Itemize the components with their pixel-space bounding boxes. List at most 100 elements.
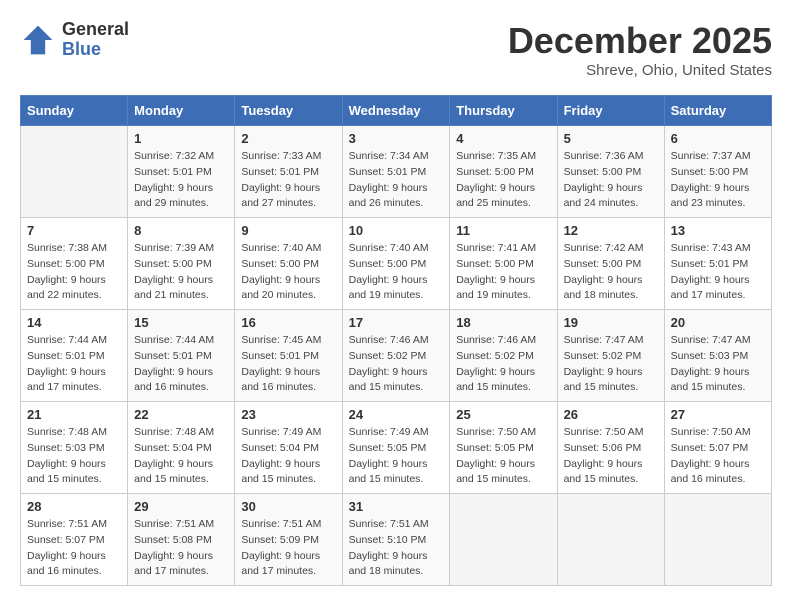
calendar-cell: 2 Sunrise: 7:33 AMSunset: 5:01 PMDaylight… — [235, 126, 342, 218]
day-number: 20 — [671, 315, 765, 330]
logo-text: General Blue — [62, 20, 129, 60]
day-number: 1 — [134, 131, 228, 146]
calendar-cell: 4 Sunrise: 7:35 AMSunset: 5:00 PMDaylight… — [450, 126, 557, 218]
calendar-cell: 30 Sunrise: 7:51 AMSunset: 5:09 PMDayligh… — [235, 494, 342, 586]
day-number: 17 — [349, 315, 444, 330]
calendar-week-row: 21Sunrise: 7:48 AMSunset: 5:03 PMDayligh… — [21, 402, 772, 494]
day-number: 28 — [27, 499, 121, 514]
day-info: Sunrise: 7:44 AMSunset: 5:01 PMDaylight:… — [134, 333, 228, 396]
day-number: 25 — [456, 407, 550, 422]
calendar-cell: 5 Sunrise: 7:36 AMSunset: 5:00 PMDaylight… — [557, 126, 664, 218]
day-number: 31 — [349, 499, 444, 514]
day-number: 12 — [564, 223, 658, 238]
day-info: Sunrise: 7:48 AMSunset: 5:03 PMDaylight:… — [27, 425, 121, 488]
calendar-cell: 8 Sunrise: 7:39 AMSunset: 5:00 PMDaylight… — [128, 218, 235, 310]
weekday-header-wednesday: Wednesday — [342, 96, 450, 126]
day-number: 13 — [671, 223, 765, 238]
day-info: Sunrise: 7:44 AMSunset: 5:01 PMDaylight:… — [27, 333, 121, 396]
day-info: Sunrise: 7:48 AMSunset: 5:04 PMDaylight:… — [134, 425, 228, 488]
location: Shreve, Ohio, United States — [508, 62, 772, 79]
calendar-cell: 13 Sunrise: 7:43 AMSunset: 5:01 PMDayligh… — [664, 218, 771, 310]
day-info: Sunrise: 7:32 AMSunset: 5:01 PMDaylight:… — [134, 149, 228, 212]
day-number: 27 — [671, 407, 765, 422]
calendar-cell — [664, 494, 771, 586]
day-info: Sunrise: 7:39 AMSunset: 5:00 PMDaylight:… — [134, 241, 228, 304]
day-number: 4 — [456, 131, 550, 146]
day-info: Sunrise: 7:40 AMSunset: 5:00 PMDaylight:… — [241, 241, 335, 304]
weekday-header-row: SundayMondayTuesdayWednesdayThursdayFrid… — [21, 96, 772, 126]
calendar-cell: 15 Sunrise: 7:44 AMSunset: 5:01 PMDayligh… — [128, 310, 235, 402]
calendar-cell: 6Sunrise: 7:37 AMSunset: 5:00 PMDaylight… — [664, 126, 771, 218]
day-number: 14 — [27, 315, 121, 330]
day-number: 8 — [134, 223, 228, 238]
day-info: Sunrise: 7:46 AMSunset: 5:02 PMDaylight:… — [349, 333, 444, 396]
day-info: Sunrise: 7:42 AMSunset: 5:00 PMDaylight:… — [564, 241, 658, 304]
calendar-cell: 22 Sunrise: 7:48 AMSunset: 5:04 PMDayligh… — [128, 402, 235, 494]
calendar-cell: 26 Sunrise: 7:50 AMSunset: 5:06 PMDayligh… — [557, 402, 664, 494]
month-title: December 2025 — [508, 20, 772, 62]
day-info: Sunrise: 7:51 AMSunset: 5:09 PMDaylight:… — [241, 517, 335, 580]
day-number: 29 — [134, 499, 228, 514]
day-number: 24 — [349, 407, 444, 422]
day-number: 10 — [349, 223, 444, 238]
calendar-table: SundayMondayTuesdayWednesdayThursdayFrid… — [20, 95, 772, 586]
calendar-cell: 11 Sunrise: 7:41 AMSunset: 5:00 PMDayligh… — [450, 218, 557, 310]
day-info: Sunrise: 7:50 AMSunset: 5:07 PMDaylight:… — [671, 425, 765, 488]
day-info: Sunrise: 7:36 AMSunset: 5:00 PMDaylight:… — [564, 149, 658, 212]
day-number: 19 — [564, 315, 658, 330]
calendar-cell: 20 Sunrise: 7:47 AMSunset: 5:03 PMDayligh… — [664, 310, 771, 402]
calendar-cell — [21, 126, 128, 218]
day-info: Sunrise: 7:34 AMSunset: 5:01 PMDaylight:… — [349, 149, 444, 212]
day-number: 18 — [456, 315, 550, 330]
calendar-cell: 28 Sunrise: 7:51 AMSunset: 5:07 PMDayligh… — [21, 494, 128, 586]
logo-line2: Blue — [62, 40, 129, 60]
calendar-cell: 10Sunrise: 7:40 AMSunset: 5:00 PMDayligh… — [342, 218, 450, 310]
weekday-header-thursday: Thursday — [450, 96, 557, 126]
calendar-cell: 16Sunrise: 7:45 AMSunset: 5:01 PMDayligh… — [235, 310, 342, 402]
logo-line1: General — [62, 20, 129, 40]
calendar-cell — [557, 494, 664, 586]
day-info: Sunrise: 7:49 AMSunset: 5:04 PMDaylight:… — [241, 425, 335, 488]
day-number: 2 — [241, 131, 335, 146]
day-info: Sunrise: 7:38 AMSunset: 5:00 PMDaylight:… — [27, 241, 121, 304]
calendar-cell: 17 Sunrise: 7:46 AMSunset: 5:02 PMDayligh… — [342, 310, 450, 402]
calendar-cell: 27 Sunrise: 7:50 AMSunset: 5:07 PMDayligh… — [664, 402, 771, 494]
day-number: 9 — [241, 223, 335, 238]
calendar-cell: 24Sunrise: 7:49 AMSunset: 5:05 PMDayligh… — [342, 402, 450, 494]
calendar-cell: 29 Sunrise: 7:51 AMSunset: 5:08 PMDayligh… — [128, 494, 235, 586]
weekday-header-tuesday: Tuesday — [235, 96, 342, 126]
day-info: Sunrise: 7:51 AMSunset: 5:10 PMDaylight:… — [349, 517, 444, 580]
day-number: 30 — [241, 499, 335, 514]
calendar-cell: 25 Sunrise: 7:50 AMSunset: 5:05 PMDayligh… — [450, 402, 557, 494]
day-info: Sunrise: 7:50 AMSunset: 5:06 PMDaylight:… — [564, 425, 658, 488]
day-info: Sunrise: 7:47 AMSunset: 5:03 PMDaylight:… — [671, 333, 765, 396]
day-number: 7 — [27, 223, 121, 238]
day-info: Sunrise: 7:33 AMSunset: 5:01 PMDaylight:… — [241, 149, 335, 212]
title-block: December 2025 Shreve, Ohio, United State… — [508, 20, 772, 79]
day-info: Sunrise: 7:43 AMSunset: 5:01 PMDaylight:… — [671, 241, 765, 304]
calendar-cell: 21Sunrise: 7:48 AMSunset: 5:03 PMDayligh… — [21, 402, 128, 494]
day-info: Sunrise: 7:41 AMSunset: 5:00 PMDaylight:… — [456, 241, 550, 304]
calendar-cell: 18Sunrise: 7:46 AMSunset: 5:02 PMDayligh… — [450, 310, 557, 402]
day-number: 6 — [671, 131, 765, 146]
calendar-cell: 31 Sunrise: 7:51 AMSunset: 5:10 PMDayligh… — [342, 494, 450, 586]
weekday-header-monday: Monday — [128, 96, 235, 126]
calendar-week-row: 28 Sunrise: 7:51 AMSunset: 5:07 PMDayligh… — [21, 494, 772, 586]
calendar-cell: 7 Sunrise: 7:38 AMSunset: 5:00 PMDaylight… — [21, 218, 128, 310]
day-number: 5 — [564, 131, 658, 146]
day-info: Sunrise: 7:45 AMSunset: 5:01 PMDaylight:… — [241, 333, 335, 396]
day-number: 15 — [134, 315, 228, 330]
day-number: 11 — [456, 223, 550, 238]
day-info: Sunrise: 7:50 AMSunset: 5:05 PMDaylight:… — [456, 425, 550, 488]
day-info: Sunrise: 7:51 AMSunset: 5:08 PMDaylight:… — [134, 517, 228, 580]
day-number: 3 — [349, 131, 444, 146]
day-number: 23 — [241, 407, 335, 422]
calendar-cell: 23 Sunrise: 7:49 AMSunset: 5:04 PMDayligh… — [235, 402, 342, 494]
calendar-cell — [450, 494, 557, 586]
day-number: 26 — [564, 407, 658, 422]
logo: General Blue — [20, 20, 129, 60]
day-info: Sunrise: 7:35 AMSunset: 5:00 PMDaylight:… — [456, 149, 550, 212]
day-info: Sunrise: 7:51 AMSunset: 5:07 PMDaylight:… — [27, 517, 121, 580]
day-number: 22 — [134, 407, 228, 422]
day-info: Sunrise: 7:47 AMSunset: 5:02 PMDaylight:… — [564, 333, 658, 396]
